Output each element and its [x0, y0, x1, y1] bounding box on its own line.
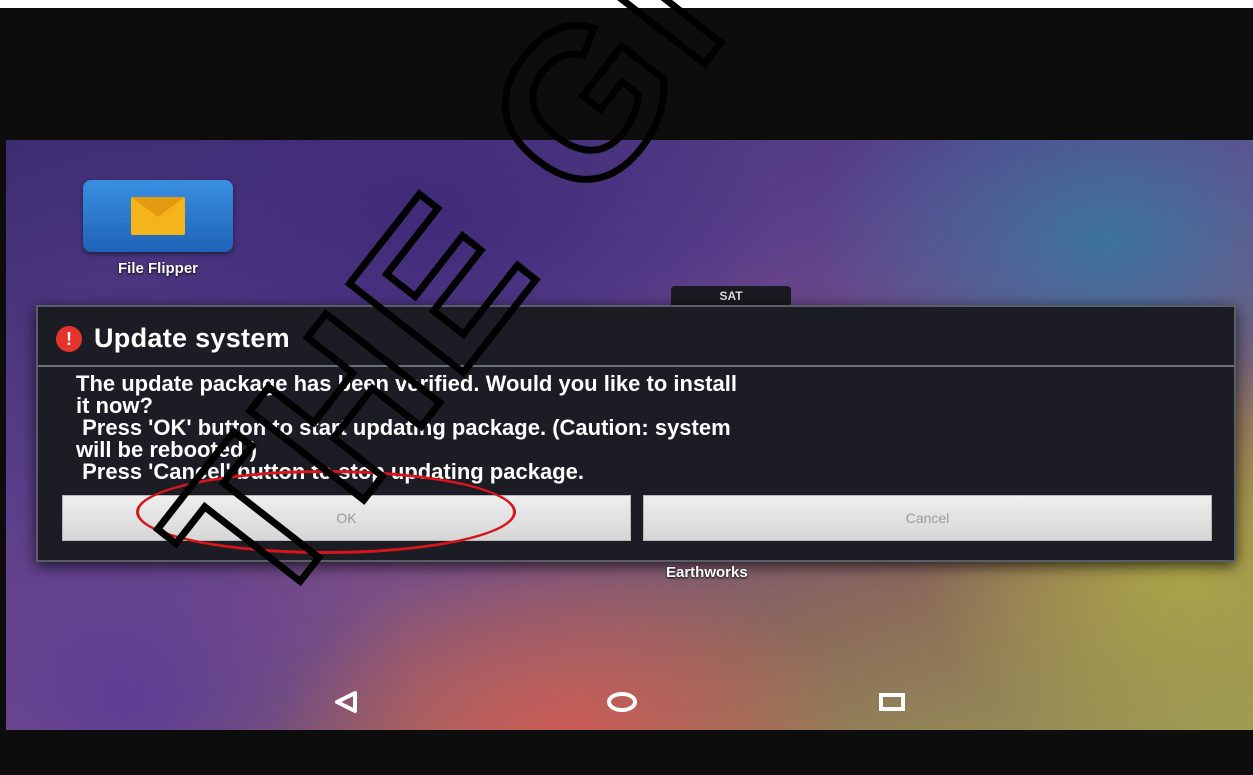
file-flipper-shortcut[interactable]: File Flipper — [82, 180, 234, 286]
file-flipper-icon — [83, 180, 233, 252]
title-divider — [38, 365, 1234, 367]
navigation-bar — [6, 676, 1253, 728]
background-app-label: SAT — [671, 286, 791, 306]
photo-frame: File Flipper SAT ! Update system The upd… — [0, 8, 1253, 775]
dialog-title: Update system — [94, 323, 290, 353]
message-line: Press 'Cancel' button to stop updating p… — [76, 459, 584, 484]
back-button[interactable] — [326, 686, 366, 718]
tablet-screen: File Flipper SAT ! Update system The upd… — [6, 140, 1253, 730]
recents-square-icon — [879, 693, 905, 711]
back-triangle-icon — [335, 691, 357, 713]
dialog-title-bar: ! Update system — [56, 323, 290, 354]
home-circle-icon — [607, 692, 637, 712]
ok-button[interactable]: OK — [62, 495, 631, 541]
cancel-button[interactable]: Cancel — [643, 495, 1212, 541]
envelope-icon — [131, 197, 185, 235]
message-line: it now? — [76, 393, 153, 418]
message-line: will be rebooted.) — [76, 437, 257, 462]
home-button[interactable] — [602, 686, 642, 718]
update-system-dialog: ! Update system The update package has b… — [36, 305, 1236, 562]
earthworks-label: Earthworks — [666, 564, 748, 581]
app-icon-label: File Flipper — [117, 260, 198, 277]
dialog-buttons: OK Cancel — [62, 495, 1212, 541]
alert-icon: ! — [56, 325, 82, 352]
message-line: The update package has been verified. Wo… — [76, 371, 737, 396]
recents-button[interactable] — [872, 686, 912, 718]
dialog-message: The update package has been verified. Wo… — [76, 373, 1206, 483]
message-line: Press 'OK' button to start updating pack… — [76, 415, 731, 440]
